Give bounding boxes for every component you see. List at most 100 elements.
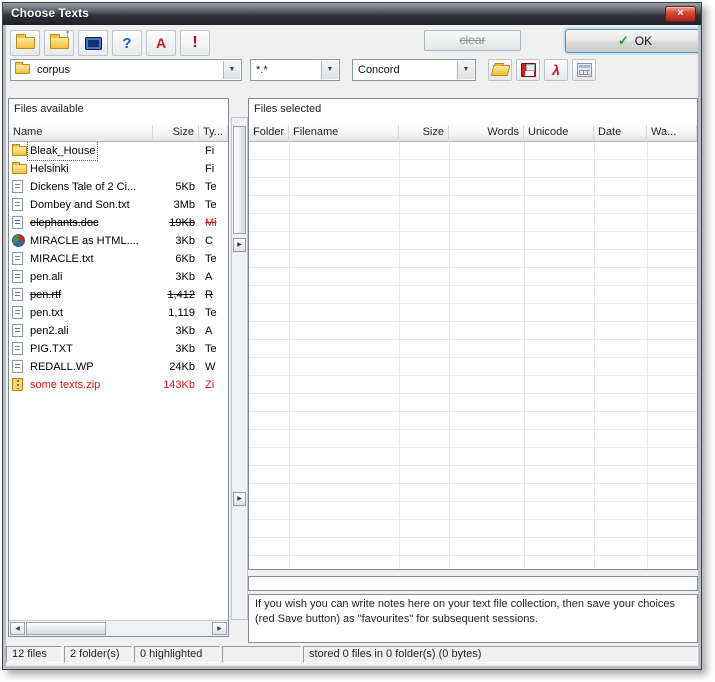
ok-button-label: OK [635, 34, 652, 48]
column-header-filename[interactable]: Filename [289, 125, 399, 142]
file-row[interactable]: Helsinki Fi [9, 160, 228, 178]
help-icon: ? [122, 35, 131, 52]
file-size: 1,119 [153, 304, 199, 322]
arrow-right-icon: ▶ [237, 242, 242, 248]
file-name: REDALL.WP [28, 358, 96, 376]
file-row[interactable]: Dombey and Son.txt3MbTe [9, 196, 228, 214]
close-icon: × [677, 7, 683, 19]
column-header-folder[interactable]: Folder [249, 125, 289, 142]
column-header-date[interactable]: Date [594, 125, 647, 142]
file-row[interactable]: MIRACLE.txt6KbTe [9, 250, 228, 268]
file-size: 24Kb [153, 358, 199, 376]
file-type: Fi [205, 142, 214, 160]
column-header-size[interactable]: Size [399, 125, 449, 142]
status-stored: stored 0 files in 0 folder(s) (0 bytes) [303, 646, 698, 663]
file-name: MIRACLE as HTML.... [28, 232, 141, 250]
horizontal-scrollbar-thumb[interactable] [26, 622, 106, 635]
file-row[interactable]: some texts.zip143KbZi [9, 376, 228, 394]
notes-area[interactable]: If you wish you can write notes here on … [248, 594, 698, 643]
font-button[interactable]: A [146, 30, 176, 56]
tool-combo[interactable]: Concord ▼ [352, 59, 476, 81]
file-row[interactable]: REDALL.WP24KbW [9, 358, 228, 376]
titlebar[interactable]: Choose Texts × [3, 3, 701, 25]
file-row[interactable]: pen.rtf1,412R [9, 286, 228, 304]
grid-column-line [524, 142, 525, 569]
up-arrow-icon: ↑ [65, 29, 71, 39]
parent-folder-button[interactable]: ↑ [44, 30, 74, 56]
scroll-left-button[interactable]: ◀ [10, 622, 25, 635]
vertical-scrollbar-thumb[interactable] [233, 126, 246, 234]
grid-column-line [399, 142, 400, 569]
warning-button[interactable]: ! [180, 30, 210, 56]
file-row[interactable]: PIG.TXT 3Kb Te [9, 340, 228, 358]
column-header-name[interactable]: Name [9, 125, 153, 142]
scroll-right-button[interactable]: ▶ [212, 622, 227, 635]
file-type: Te [205, 304, 217, 322]
file-size: 3Mb [153, 196, 199, 214]
ok-button[interactable]: ✓ OK [565, 29, 698, 53]
pdf-button[interactable]: λ [544, 59, 568, 81]
calculator-icon [577, 63, 592, 77]
file-name: pen2.ali [28, 322, 71, 340]
file-name: Helsinki [28, 160, 71, 178]
files-selected-title: Files selected [254, 103, 321, 115]
check-icon: ✓ [618, 33, 629, 49]
arrow-right-icon: ▶ [237, 496, 242, 502]
file-pattern-combo[interactable]: *.* ▼ [250, 59, 340, 81]
file-row[interactable]: Bleak_House Fi [9, 142, 228, 160]
move-to-selected-button[interactable]: ▶ [233, 238, 246, 252]
column-header-warnings[interactable]: Wa... [647, 125, 697, 142]
file-size: 3Kb [153, 322, 199, 340]
open-favourites-button[interactable] [488, 59, 512, 81]
grid-column-line [647, 142, 648, 569]
file-type: R [205, 286, 213, 304]
file-row[interactable]: Dickens Tale of 2 Ci...5KbTe [9, 178, 228, 196]
font-icon: A [156, 35, 166, 51]
html-file-icon [12, 234, 25, 247]
notes-input[interactable] [248, 576, 698, 591]
file-size: 3Kb [153, 232, 199, 250]
folder-combo[interactable]: corpus ▼ [10, 59, 242, 81]
ali-file-icon [12, 324, 23, 337]
column-header-type[interactable]: Ty... [199, 125, 228, 142]
status-bar: 12 files 2 folder(s) 0 highlighted store… [6, 646, 698, 663]
file-size: 6Kb [153, 250, 199, 268]
close-button[interactable]: × [665, 6, 696, 22]
folder-combo-dropdown[interactable]: ▼ [223, 61, 240, 79]
file-row[interactable]: pen.ali3KbA [9, 268, 228, 286]
tool-combo-dropdown[interactable]: ▼ [457, 61, 474, 79]
vertical-scrollbar[interactable]: ▶ ▶ [231, 117, 248, 620]
horizontal-scrollbar[interactable]: ◀ ▶ [9, 620, 228, 636]
move-to-selected-button-2[interactable]: ▶ [233, 492, 246, 506]
file-row[interactable]: pen.txt1,119Te [9, 304, 228, 322]
file-pattern-dropdown[interactable]: ▼ [321, 61, 338, 79]
files-available-rows: Bleak_HouseFiHelsinkiFiDickens Tale of 2… [9, 142, 228, 620]
file-row[interactable]: pen2.ali 3Kb A [9, 322, 228, 340]
text-file-icon [12, 342, 23, 355]
chevron-down-icon: ▼ [463, 66, 470, 73]
file-row[interactable]: elephants.doc19KbMi [9, 214, 228, 232]
file-name: PIG.TXT [28, 340, 75, 358]
save-favourites-button[interactable] [516, 59, 540, 81]
stats-button[interactable] [572, 59, 596, 81]
file-name: Bleak_House [28, 142, 97, 160]
file-size: 3Kb [153, 340, 199, 358]
view-button[interactable] [78, 30, 108, 56]
column-header-size[interactable]: Size [153, 125, 199, 142]
arrow-left-icon: ◀ [15, 626, 20, 632]
save-icon [521, 63, 536, 77]
clear-button[interactable]: clear [424, 30, 521, 51]
file-row[interactable]: MIRACLE as HTML....3KbC [9, 232, 228, 250]
text-file-icon [12, 252, 23, 265]
choose-folder-button[interactable] [10, 30, 40, 56]
file-name: elephants.doc [28, 214, 101, 232]
file-size: 1,412 [153, 286, 199, 304]
column-header-words[interactable]: Words [449, 125, 524, 142]
file-type: Te [205, 340, 217, 358]
column-header-unicode[interactable]: Unicode [524, 125, 594, 142]
files-selected-grid[interactable] [249, 142, 697, 569]
help-button[interactable]: ? [112, 30, 142, 56]
file-type: A [205, 322, 212, 340]
file-type: Fi [205, 160, 214, 178]
file-size: 143Kb [153, 376, 199, 394]
